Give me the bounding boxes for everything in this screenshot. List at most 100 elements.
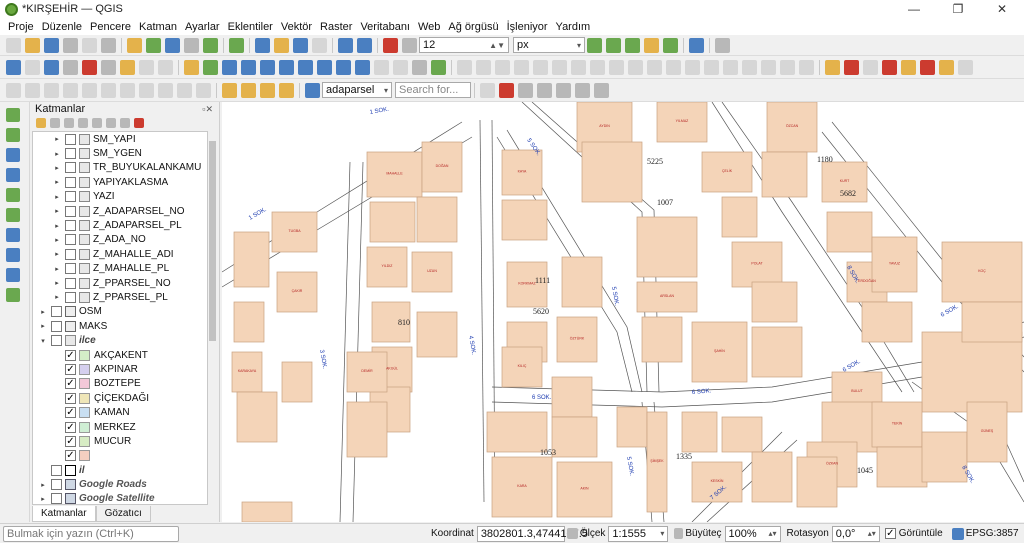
edit-tool15-icon[interactable] [723,59,738,75]
layer-visibility-checkbox[interactable]: ✓ [65,349,76,361]
expand-arrow-icon[interactable]: ▸ [51,250,63,258]
copy-icon[interactable] [120,82,135,98]
layer-visibility-checkbox[interactable] [51,464,62,476]
zoom-in-icon[interactable] [222,59,237,75]
add-group-icon[interactable] [50,118,60,128]
layer-visibility-checkbox[interactable]: ✓ [65,435,76,447]
bookmark-icon[interactable] [393,59,408,75]
filter-legend-icon[interactable] [78,118,88,128]
layer-row[interactable]: ▸ Z_MAHALLE_ADI [33,247,207,261]
add-vector-icon[interactable] [6,108,20,122]
redo-icon[interactable] [82,82,97,98]
layer-visibility-checkbox[interactable] [65,205,76,217]
style-manager-icon[interactable] [127,37,142,53]
globe-icon[interactable] [338,37,353,53]
map-canvas[interactable]: 1 SOK. 5 SOK. 1 SOK. 3 SOK. 4 SOK. 5 SOK. 6 SO… [222,102,1024,522]
menu-ayarlar[interactable]: Ayarlar [181,21,224,33]
layer-row[interactable]: il [33,463,207,477]
lock-icon[interactable] [674,528,684,539]
label-style-icon[interactable] [958,59,973,75]
zoom-next-icon[interactable] [355,59,370,75]
deselect-icon[interactable] [279,82,294,98]
annotation-icon[interactable] [120,59,135,75]
magnifier-input[interactable]: 100% ▴▾ [724,525,781,542]
georef-icon[interactable] [715,37,730,53]
layer-visibility-checkbox[interactable] [51,335,62,347]
layer-visibility-checkbox[interactable] [51,493,62,504]
layer-visibility-checkbox[interactable] [65,133,76,145]
layer-row[interactable]: ▸ TR_BUYUKALANKAMU [33,161,207,175]
expand-arrow-icon[interactable]: ▸ [51,265,63,273]
edit-tool11-icon[interactable] [647,59,662,75]
magnet-icon[interactable] [383,37,398,53]
openlayers-icon[interactable] [575,82,590,98]
save-edit-icon[interactable] [44,82,59,98]
delete-icon[interactable] [158,82,173,98]
unit-select[interactable]: px ▾ [513,37,585,53]
expand-arrow-icon[interactable]: ▸ [51,236,63,244]
add-wfs-icon[interactable] [6,248,20,262]
layer-visibility-checkbox[interactable] [51,306,62,318]
find-icon[interactable] [518,82,533,98]
tab-katmanlar[interactable]: Katmanlar [32,506,96,522]
filter-expression-icon[interactable] [92,118,102,128]
remove-layer-icon[interactable] [134,118,144,128]
add-spatialite-icon[interactable] [6,188,20,202]
layer-visibility-checkbox[interactable]: ✓ [65,378,76,390]
diagram-icon[interactable] [939,59,954,75]
menu-veritabani[interactable]: Veritabanı [356,21,414,33]
edit-tool13-icon[interactable] [685,59,700,75]
edit-tool5-icon[interactable] [533,59,548,75]
move-icon[interactable] [177,82,192,98]
merge-icon[interactable] [625,37,640,53]
layer-visibility-checkbox[interactable] [65,148,76,160]
vertex-tool-icon[interactable] [165,37,180,53]
label-change-icon[interactable] [920,59,935,75]
edit-tool6-icon[interactable] [552,59,567,75]
expand-arrow-icon[interactable]: ▸ [51,207,63,215]
panel-close-icon[interactable]: ▫✕ [202,104,213,115]
temporal-icon[interactable] [412,59,427,75]
identify-icon[interactable] [6,59,21,75]
tooltip-icon[interactable] [139,59,154,75]
layer-visibility-checkbox[interactable] [65,234,76,246]
layer-row[interactable]: ✓ BOZTEPE [33,377,207,391]
zoom-layer-icon[interactable] [279,59,294,75]
add-raster-icon[interactable] [6,128,20,142]
edit-tool7-icon[interactable] [571,59,586,75]
open-project-icon[interactable] [25,37,40,53]
expand-arrow-icon[interactable]: ▸ [51,279,63,287]
layer-visibility-checkbox[interactable] [65,277,76,289]
expand-arrow-icon[interactable]: ▸ [51,193,63,201]
layer-row[interactable]: ▸ Z_ADAPARSEL_NO [33,204,207,218]
coordinate-toggle-icon[interactable] [566,528,578,539]
layer-row[interactable]: ▸ SM_YAPI [33,132,207,146]
layer-row[interactable]: ▸ YAZI [33,190,207,204]
find2-icon[interactable] [537,82,552,98]
layer-row[interactable]: ✓ KAMAN [33,405,207,419]
manage-visibility-icon[interactable] [64,118,74,128]
reshape-icon[interactable] [644,37,659,53]
expand-arrow-icon[interactable]: ▸ [37,322,49,330]
layer-visibility-checkbox[interactable] [65,162,76,174]
edit-tool2-icon[interactable] [476,59,491,75]
layer-row[interactable]: ▸ MAKS [33,319,207,333]
pin-icon[interactable] [499,82,514,98]
layer-row[interactable]: ✓ [33,449,207,463]
measure-icon[interactable] [101,59,116,75]
layer-row[interactable]: ▸ Z_MAHALLE_PL [33,262,207,276]
print-layout-icon[interactable] [82,37,97,53]
layer-visibility-checkbox[interactable] [65,191,76,203]
layer-visibility-checkbox[interactable] [51,320,62,332]
layer-visibility-checkbox[interactable] [65,263,76,275]
plugin-icon[interactable] [293,37,308,53]
layer-visibility-checkbox[interactable]: ✓ [65,392,76,404]
add-wcs-icon[interactable] [6,268,20,282]
select-rect-icon[interactable] [222,82,237,98]
layer-row[interactable]: ✓ MERKEZ [33,420,207,434]
expand-arrow-icon[interactable]: ▸ [51,178,63,186]
refresh-map-icon[interactable] [431,59,446,75]
sum-icon[interactable] [82,59,97,75]
edit-tool18-icon[interactable] [780,59,795,75]
collapse-arrow-icon[interactable]: ▾ [37,337,49,345]
